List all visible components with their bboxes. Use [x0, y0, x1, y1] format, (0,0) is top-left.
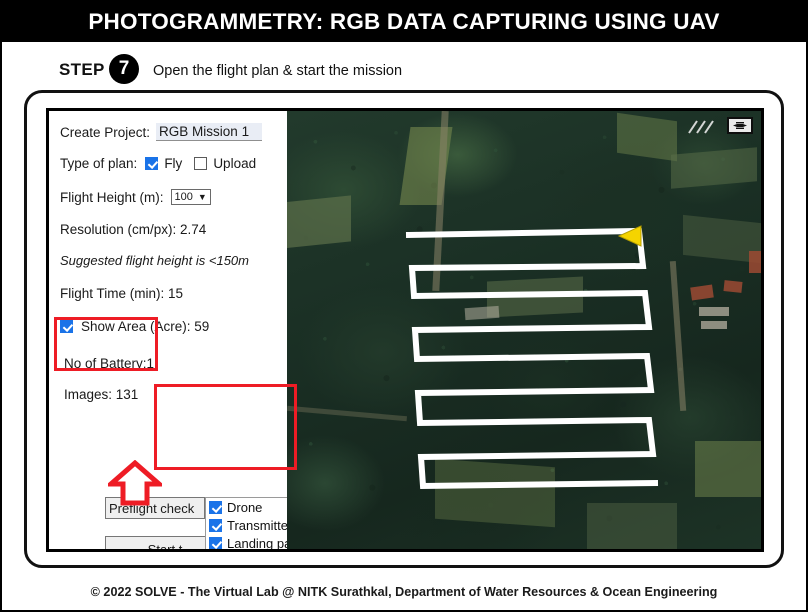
flight-time-value: Flight Time (min): 15	[60, 286, 184, 301]
flight-path-overlay	[405, 227, 659, 490]
drone-icon	[733, 122, 747, 129]
create-project-label: Create Project:	[60, 124, 151, 140]
upload-label: Upload	[213, 156, 257, 171]
map-scale-bar	[688, 120, 714, 134]
flight-height-select[interactable]: 100 ▼	[170, 189, 211, 205]
footer-text: © 2022 SOLVE - The Virtual Lab @ NITK Su…	[90, 585, 718, 599]
chevron-down-icon: ▼	[197, 192, 207, 202]
map-layer-button[interactable]	[727, 117, 753, 134]
project-name-input[interactable]	[156, 123, 263, 141]
images-count: Images: 131	[64, 387, 139, 402]
resolution-value: Resolution (cm/px): 2.74	[60, 222, 207, 237]
highlight-box-battery-images	[54, 317, 158, 371]
suggestion-row: Suggested flight height is <150m	[60, 253, 249, 268]
images-row: Images: 131	[64, 387, 138, 402]
drone-arrow-marker	[617, 225, 642, 247]
satellite-map[interactable]	[287, 111, 761, 549]
flight-height-suggestion: Suggested flight height is <150m	[60, 253, 249, 268]
step-number-badge: 7	[109, 54, 139, 84]
fly-label: Fly	[164, 156, 183, 171]
step-label: STEP	[59, 60, 105, 79]
flight-height-value: 100	[174, 191, 193, 203]
page-footer: © 2022 SOLVE - The Virtual Lab @ NITK Su…	[2, 574, 806, 610]
flight-path-line	[405, 227, 659, 490]
checklist-drone-checkbox[interactable]	[209, 500, 222, 514]
flight-time-row: Flight Time (min): 15	[60, 286, 183, 301]
plan-type-row: Type of plan: Fly Upload	[60, 156, 256, 171]
checklist-landing-pad-checkbox[interactable]	[209, 536, 222, 549]
checklist-transmitter-checkbox[interactable]	[209, 518, 222, 532]
flight-height-row: Flight Height (m): 100 ▼	[60, 189, 211, 205]
red-up-arrow-annotation	[108, 460, 162, 506]
resolution-row: Resolution (cm/px): 2.74	[60, 222, 206, 237]
step-description: Open the flight plan & start the mission	[153, 63, 403, 79]
checklist-item-label: Transmitter	[227, 517, 293, 533]
page-title-bar: PHOTOGRAMMETRY: RGB DATA CAPTURING USING…	[2, 2, 806, 42]
screenshot-root: PHOTOGRAMMETRY: RGB DATA CAPTURING USING…	[0, 0, 808, 612]
upload-checkbox[interactable]	[194, 157, 208, 170]
page-title: PHOTOGRAMMETRY: RGB DATA CAPTURING USING…	[88, 9, 720, 34]
checklist-item-label: Drone	[227, 499, 263, 515]
fly-checkbox[interactable]	[145, 157, 159, 170]
create-project-row: Create Project:	[60, 123, 263, 141]
flight-height-label: Flight Height (m):	[60, 189, 164, 205]
plan-type-label: Type of plan:	[60, 156, 138, 171]
